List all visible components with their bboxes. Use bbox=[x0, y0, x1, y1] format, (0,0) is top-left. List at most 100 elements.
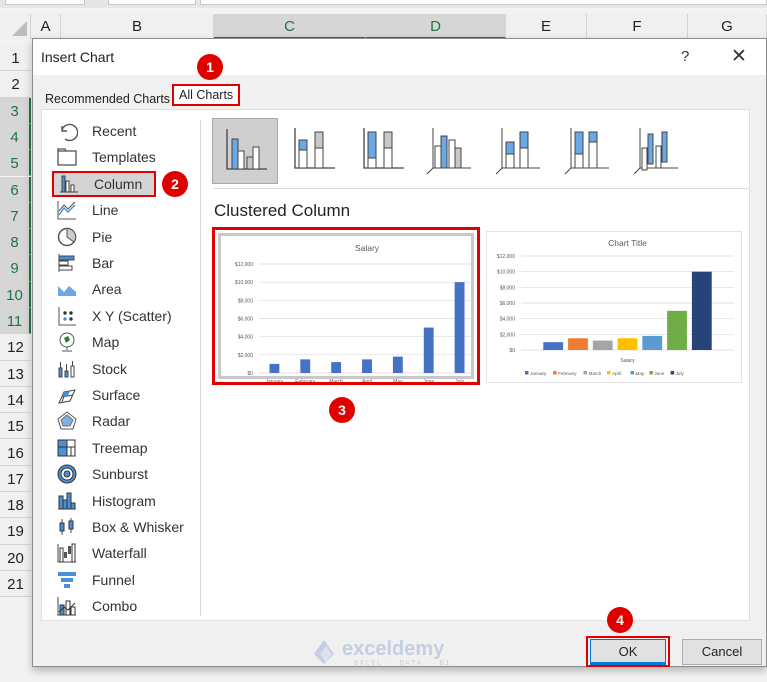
sunburst-chart-icon bbox=[57, 464, 77, 484]
subtype-clustered-column[interactable] bbox=[212, 118, 278, 184]
sidebar-item-area[interactable]: Area bbox=[52, 276, 197, 302]
step-badge-2: 2 bbox=[162, 171, 188, 197]
column-header-b[interactable]: B bbox=[61, 14, 214, 39]
sidebar-item-label: Templates bbox=[92, 149, 156, 166]
row-header-10[interactable]: 10 bbox=[0, 281, 31, 308]
stacked-column-icon bbox=[294, 128, 335, 169]
cancel-button[interactable]: Cancel bbox=[682, 639, 762, 665]
bar-april bbox=[362, 359, 372, 373]
bar-july bbox=[454, 282, 465, 373]
row-header-14[interactable]: 14 bbox=[0, 386, 31, 414]
line-chart-icon bbox=[57, 201, 76, 220]
row-header-21[interactable]: 21 bbox=[0, 571, 31, 598]
row-header-12[interactable]: 12 bbox=[0, 334, 31, 361]
sidebar-item-bar[interactable]: Bar bbox=[52, 250, 197, 276]
sidebar-item-radar[interactable]: Radar bbox=[52, 408, 197, 434]
row-header-20[interactable]: 20 bbox=[0, 544, 31, 571]
row-header-16[interactable]: 16 bbox=[0, 439, 31, 466]
step-badge-3: 3 bbox=[329, 397, 355, 423]
row-header-2[interactable]: 2 bbox=[0, 71, 31, 98]
row-header-18[interactable]: 18 bbox=[0, 492, 31, 519]
y-tick-label: $8,000 bbox=[500, 285, 516, 291]
y-tick-label: $0 bbox=[509, 348, 515, 354]
bar-march bbox=[592, 340, 613, 350]
column-chart-icon bbox=[60, 175, 78, 193]
row-header-3[interactable]: 3 bbox=[0, 97, 31, 124]
sidebar-item-label: Box & Whisker bbox=[92, 519, 184, 535]
chart-preview-alt[interactable]: Chart Title $0 $2,000 $4,000 $6,000 $8,000 $10… bbox=[486, 231, 742, 383]
bar-chart-icon bbox=[58, 254, 75, 272]
sidebar-item-histogram[interactable]: Histogram bbox=[52, 488, 197, 514]
column-header-a[interactable]: A bbox=[31, 14, 61, 39]
sidebar-item-sunburst[interactable]: Sunburst bbox=[52, 461, 197, 487]
name-box[interactable] bbox=[5, 0, 85, 5]
insert-chart-dialog: Insert Chart ? ✕ Recommended Charts All … bbox=[32, 38, 767, 667]
legend-entry: March bbox=[589, 371, 602, 376]
tab-recommended-charts[interactable]: Recommended Charts bbox=[41, 90, 174, 110]
sidebar-item-box-whisker[interactable]: Box & Whisker bbox=[52, 514, 197, 540]
row-header-17[interactable]: 17 bbox=[0, 465, 31, 493]
subtype-stacked-column[interactable] bbox=[281, 118, 347, 184]
row-header-19[interactable]: 19 bbox=[0, 518, 31, 545]
templates-icon bbox=[57, 148, 77, 167]
select-all-corner[interactable] bbox=[0, 14, 31, 39]
3d-clustered-column-icon bbox=[426, 128, 471, 175]
tab-all-charts[interactable]: All Charts bbox=[172, 84, 241, 106]
sidebar-item-label: Radar bbox=[92, 413, 131, 430]
row-header-4[interactable]: 4 bbox=[0, 123, 31, 151]
subtype-3d-clustered-column[interactable] bbox=[419, 118, 485, 184]
sidebar-item-label: Histogram bbox=[92, 492, 156, 509]
exceldemy-watermark: exceldemy EXCEL · DATA · BI bbox=[312, 636, 457, 667]
help-button[interactable]: ? bbox=[681, 48, 689, 65]
chart-preview-salary[interactable]: Salary $0 $2,000 $4,000 $6,000 $8,000 $10,000 $… bbox=[212, 227, 480, 385]
subtype-3d-stacked-column[interactable] bbox=[488, 118, 554, 184]
sidebar-item-column[interactable]: Column bbox=[52, 170, 156, 197]
watermark-tagline: EXCEL · DATA · BI bbox=[354, 659, 451, 667]
dialog-title: Insert Chart bbox=[41, 49, 115, 65]
sidebar-item-label: Area bbox=[92, 281, 122, 298]
row-header-9[interactable]: 9 bbox=[0, 255, 31, 282]
sidebar-item-stock[interactable]: Stock bbox=[52, 356, 197, 382]
formula-input[interactable] bbox=[200, 0, 767, 5]
row-header-5[interactable]: 5 bbox=[0, 150, 31, 177]
column-header-d[interactable]: D bbox=[366, 14, 506, 39]
column-headers: ABCDEFG bbox=[0, 14, 767, 39]
subtype-3d-100-stacked-column[interactable] bbox=[557, 118, 623, 184]
row-header-6[interactable]: 6 bbox=[0, 176, 31, 203]
sidebar-item-x-y-scatter[interactable]: X Y (Scatter) bbox=[52, 303, 197, 329]
sidebar-item-label: Stock bbox=[92, 360, 128, 377]
formula-controls bbox=[108, 0, 196, 5]
close-button[interactable]: ✕ bbox=[731, 45, 747, 68]
map-chart-icon bbox=[59, 332, 75, 352]
x-tick-label: January bbox=[266, 379, 284, 382]
sidebar-item-treemap[interactable]: Treemap bbox=[52, 435, 197, 461]
column-header-g[interactable]: G bbox=[688, 14, 767, 39]
sidebar-item-funnel[interactable]: Funnel bbox=[52, 567, 197, 593]
area-chart-icon bbox=[58, 286, 76, 297]
sidebar-item-map[interactable]: Map bbox=[52, 329, 197, 355]
ok-button[interactable]: OK bbox=[590, 639, 666, 665]
row-header-13[interactable]: 13 bbox=[0, 360, 31, 387]
histogram-chart-icon bbox=[58, 492, 76, 510]
sidebar-item-recent[interactable]: Recent bbox=[52, 118, 197, 144]
column-header-e[interactable]: E bbox=[506, 14, 587, 39]
column-header-c[interactable]: C bbox=[214, 14, 366, 39]
row-header-1[interactable]: 1 bbox=[0, 45, 31, 72]
sidebar-item-pie[interactable]: Pie bbox=[52, 224, 197, 250]
sidebar-item-surface[interactable]: Surface bbox=[52, 382, 197, 408]
column-header-f[interactable]: F bbox=[587, 14, 688, 39]
stock-chart-icon bbox=[58, 360, 75, 378]
row-header-11[interactable]: 11 bbox=[0, 308, 31, 335]
sidebar-item-waterfall[interactable]: Waterfall bbox=[52, 540, 197, 566]
bar-march bbox=[331, 362, 342, 373]
bar-june bbox=[667, 310, 687, 350]
subtype-3d-column[interactable] bbox=[626, 118, 692, 184]
sidebar-divider bbox=[200, 120, 201, 616]
sidebar-item-combo[interactable]: Combo bbox=[52, 593, 197, 619]
sidebar-item-templates[interactable]: Templates bbox=[52, 144, 197, 170]
sidebar-item-line[interactable]: Line bbox=[52, 197, 197, 223]
row-header-15[interactable]: 15 bbox=[0, 413, 31, 440]
subtype-100-stacked-column[interactable] bbox=[350, 118, 416, 184]
row-header-7[interactable]: 7 bbox=[0, 202, 31, 230]
row-header-8[interactable]: 8 bbox=[0, 229, 31, 256]
